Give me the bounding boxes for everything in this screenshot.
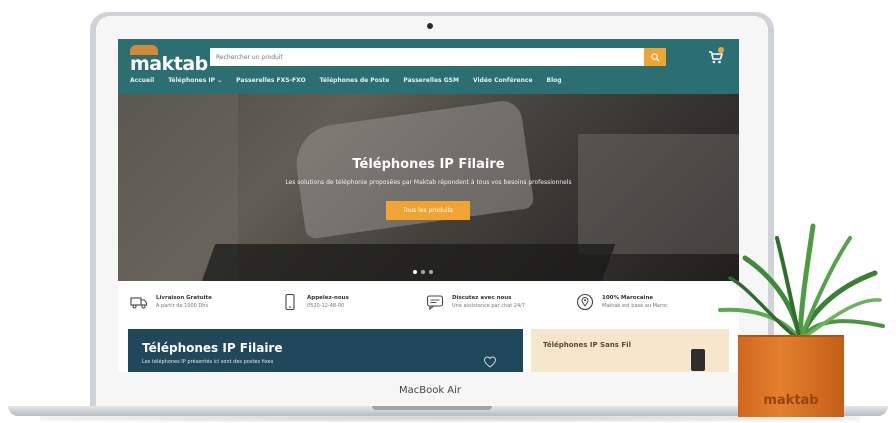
category-card-wired[interactable]: Téléphones IP Filaire Les téléphones IP … (128, 329, 523, 372)
feature-subtitle: Une assistance par chat 24/7 (452, 303, 526, 309)
site-logo[interactable]: maktab (130, 53, 208, 77)
hero-title: Téléphones IP Filaire (352, 157, 505, 172)
pot-logo: maktab (763, 393, 819, 408)
nav-item-passerelles-fxs-fxo[interactable]: Passerelles FXS-FXO (236, 77, 306, 89)
feature-subtitle: Maktab est basé au Maroc (602, 303, 668, 309)
heart-icon[interactable] (483, 355, 497, 369)
card-subtitle: Les téléphones IP présentés ici sont des… (142, 359, 274, 365)
search-input[interactable] (210, 48, 644, 66)
nav-item-telephones-poste[interactable]: Téléphones de Poste (320, 77, 390, 89)
site-header: maktab Accueil Téléphones IP ⌄ Passerell… (118, 39, 739, 94)
nav-item-telephones-ip[interactable]: Téléphones IP ⌄ (168, 77, 222, 89)
search-icon (650, 52, 660, 62)
device-mockup: maktab Accueil Téléphones IP ⌄ Passerell… (0, 0, 896, 423)
card-title: Téléphones IP Filaire (142, 341, 283, 355)
features-bar: Livraison Gratuite A partir de 1000 Dhs … (118, 281, 739, 329)
feature-title: Discutez avec nous (452, 295, 512, 301)
hero-subtitle: Les solutions de téléphonie proposées pa… (285, 179, 572, 186)
hero-overlay (118, 94, 739, 281)
nav-item-blog[interactable]: Blog (547, 77, 562, 89)
carousel-dot[interactable] (421, 270, 425, 274)
all-products-button[interactable]: Tous les produits (386, 201, 470, 220)
card-title: Téléphones IP Sans Fil (543, 341, 631, 349)
carousel-dot[interactable] (429, 270, 433, 274)
search-button[interactable] (644, 48, 666, 66)
feature-subtitle: A partir de 1000 Dhs (156, 303, 209, 309)
truck-icon (130, 297, 148, 309)
camera-icon (427, 23, 433, 29)
feature-title: Appelez-nous (307, 295, 349, 301)
laptop-base-notch (372, 406, 492, 410)
phone-icon (285, 293, 295, 311)
feature-subtitle: 0520-12-48-00 (307, 303, 345, 309)
nav-item-video-conference[interactable]: Vidéo Conférence (473, 77, 533, 89)
cart-badge (718, 47, 724, 53)
chat-icon (426, 295, 444, 311)
feature-title: Livraison Gratuite (156, 295, 212, 301)
main-nav: Accueil Téléphones IP ⌄ Passerelles FXS-… (130, 77, 562, 89)
laptop-screen: maktab Accueil Téléphones IP ⌄ Passerell… (118, 39, 739, 372)
location-icon (576, 293, 594, 311)
hero-banner: Téléphones IP Filaire Les solutions de t… (118, 94, 739, 281)
nav-item-passerelles-gsm[interactable]: Passerelles GSM (403, 77, 459, 89)
feature-title: 100% Marocaine (602, 295, 654, 301)
carousel-dots (413, 270, 433, 274)
carousel-dot[interactable] (413, 270, 417, 274)
plant-leaves (718, 223, 885, 343)
category-card-wireless[interactable]: Téléphones IP Sans Fil (531, 329, 729, 372)
card-product-image (691, 349, 705, 371)
device-model-label: MacBook Air (398, 385, 462, 396)
nav-item-accueil[interactable]: Accueil (130, 77, 154, 89)
